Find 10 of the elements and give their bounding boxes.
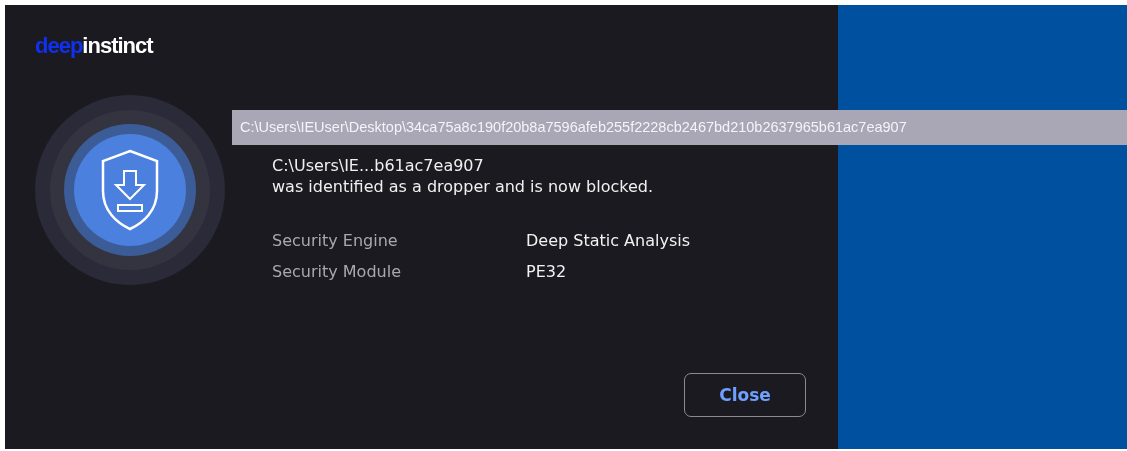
block-message: was identified as a dropper and is now blocked. bbox=[272, 176, 654, 197]
detail-value: PE32 bbox=[526, 262, 568, 281]
close-button[interactable]: Close bbox=[684, 373, 806, 417]
detail-value: Deep Static Analysis bbox=[526, 231, 690, 250]
shield-download-icon bbox=[35, 95, 225, 285]
detail-label: Security Engine bbox=[272, 231, 399, 250]
app-logo: deepinstinct bbox=[35, 33, 153, 59]
path-tooltip: C:\Users\IEUser\Desktop\34ca75a8c190f20b8a7596afeb255f2228cb2467bd210b2637965b61ac7ea907 bbox=[232, 110, 1127, 145]
detail-label: Security Module bbox=[272, 262, 402, 281]
file-path: C:\Users\IE...b61ac7ea907 bbox=[272, 155, 485, 176]
